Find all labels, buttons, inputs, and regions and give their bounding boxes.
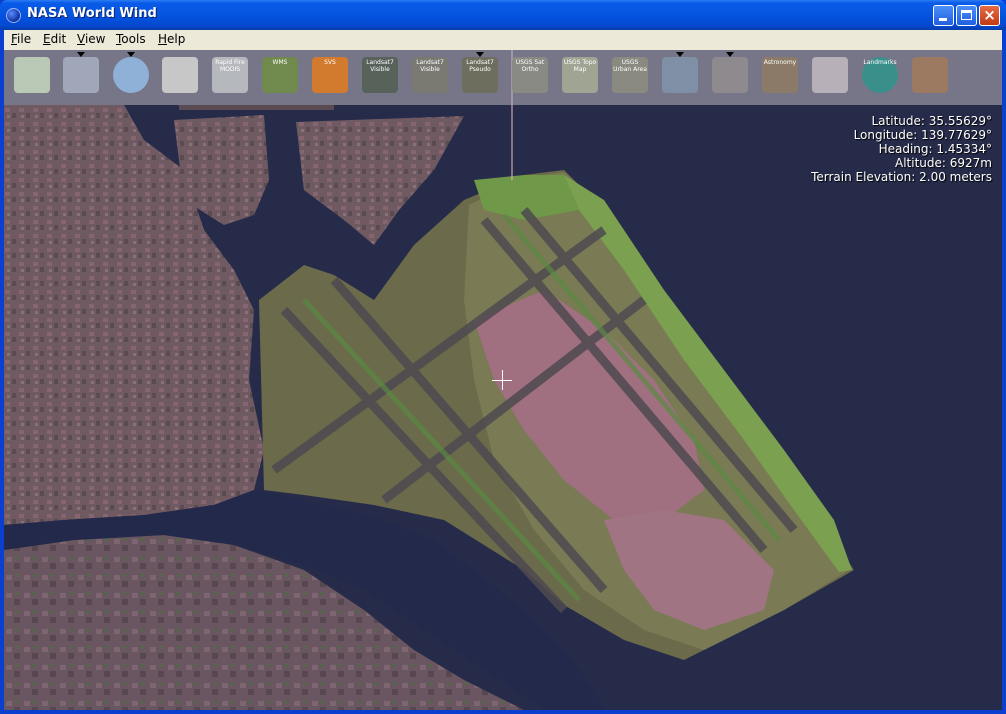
menu-bar: File Edit View Tools Help [4,30,1002,50]
dropdown-arrow-icon[interactable] [476,52,484,57]
maximize-button[interactable] [956,5,977,26]
map-overlay-icon[interactable] [662,57,698,93]
app-window: NASA World Wind × File Edit View Tools H… [0,0,1006,714]
menu-view-mnemonic: V [77,32,85,46]
crosshair-vertical [502,370,503,390]
minimize-button[interactable] [933,5,954,26]
landmarks-caption: Landmarks [863,59,897,66]
terrain-elevation-readout: Terrain Elevation: 2.00 meters [811,170,992,184]
landsat7-visible-nlt-caption: Landsat7 Visible [366,59,394,73]
compass-network-icon[interactable] [712,57,748,93]
position-readout: Latitude: 35.55629° Longitude: 139.77629… [811,114,992,184]
rapid-fire-modis-icon[interactable]: Rapid Fire MODIS [212,57,248,93]
landsat7-pseudo-caption: Landsat7 Pseudo [466,59,494,73]
landmarks-icon[interactable]: Landmarks [862,57,898,93]
wms-icon[interactable]: WMS [262,57,298,93]
menu-help[interactable]: Help [158,32,185,46]
longitude-readout: Longitude: 139.77629° [853,128,992,142]
rapid-fire-modis-caption: Rapid Fire MODIS [215,59,245,73]
usgs-satellite-caption: USGS Sat Ortho [515,59,545,73]
dropdown-arrow-icon[interactable] [676,52,684,57]
landsat7-pseudo-icon[interactable]: Landsat7 Pseudo [462,57,498,93]
landsat7-visible-wms-caption: Landsat7 Visible [416,59,444,73]
window-bottom-border [0,710,1006,714]
us-map-icon[interactable] [912,57,948,93]
menu-view[interactable]: View [77,32,105,46]
svs-icon[interactable]: SVS [312,57,348,93]
altitude-readout: Altitude: 6927m [895,156,992,170]
dropdown-arrow-icon[interactable] [726,52,734,57]
close-icon: × [983,6,996,24]
globe-grid-icon[interactable] [113,57,149,93]
wms-caption: WMS [272,59,288,66]
menu-file-label: ile [17,32,32,46]
layers-icon[interactable] [14,57,50,93]
landsat7-visible-wms-icon[interactable]: Landsat7 Visible [412,57,448,93]
globe-viewport[interactable]: Rapid Fire MODIS WMS SVS Landsat7 Visible La… [4,50,1002,710]
country-flags-icon[interactable] [812,57,848,93]
dropdown-arrow-icon[interactable] [127,52,135,57]
placenames-grid-icon[interactable] [63,57,99,93]
astronomy-icon[interactable]: Astronomy [762,57,798,93]
usgs-topo-map-caption: USGS Topo Map [563,59,597,73]
window-title: NASA World Wind [27,6,157,21]
layer-toolbar: Rapid Fire MODIS WMS SVS Landsat7 Visible La… [4,50,1002,105]
latitude-readout: Latitude: 35.55629° [871,114,992,128]
menu-file[interactable]: File [11,32,31,46]
menu-tools-label: ools [121,32,146,46]
astronomy-caption: Astronomy [763,59,797,66]
usgs-urban-area-caption: USGS Urban Area [613,59,647,73]
menu-view-label: iew [84,32,106,46]
usgs-urban-area-icon[interactable]: USGS Urban Area [612,57,648,93]
maximize-icon [961,10,972,20]
heading-readout: Heading: 1.45334° [878,142,992,156]
landsat7-visible-nlt-icon[interactable]: Landsat7 Visible [362,57,398,93]
usgs-satellite-icon[interactable]: USGS Sat Ortho [512,57,548,93]
menu-edit-mnemonic: E [43,32,51,46]
usgs-topo-map-icon[interactable]: USGS Topo Map [562,57,598,93]
title-bar[interactable]: NASA World Wind × [0,0,1006,30]
menu-help-label: elp [167,32,186,46]
close-button[interactable]: × [979,5,1000,26]
search-magnifier-icon[interactable] [162,57,198,93]
svs-caption: SVS [324,59,336,66]
dropdown-arrow-icon[interactable] [77,52,85,57]
minimize-icon [939,18,947,21]
menu-help-mnemonic: H [158,32,168,46]
menu-edit[interactable]: Edit [43,32,66,46]
menu-tools[interactable]: Tools [116,32,146,46]
nasa-logo-icon [6,8,21,23]
menu-edit-label: dit [50,32,67,46]
